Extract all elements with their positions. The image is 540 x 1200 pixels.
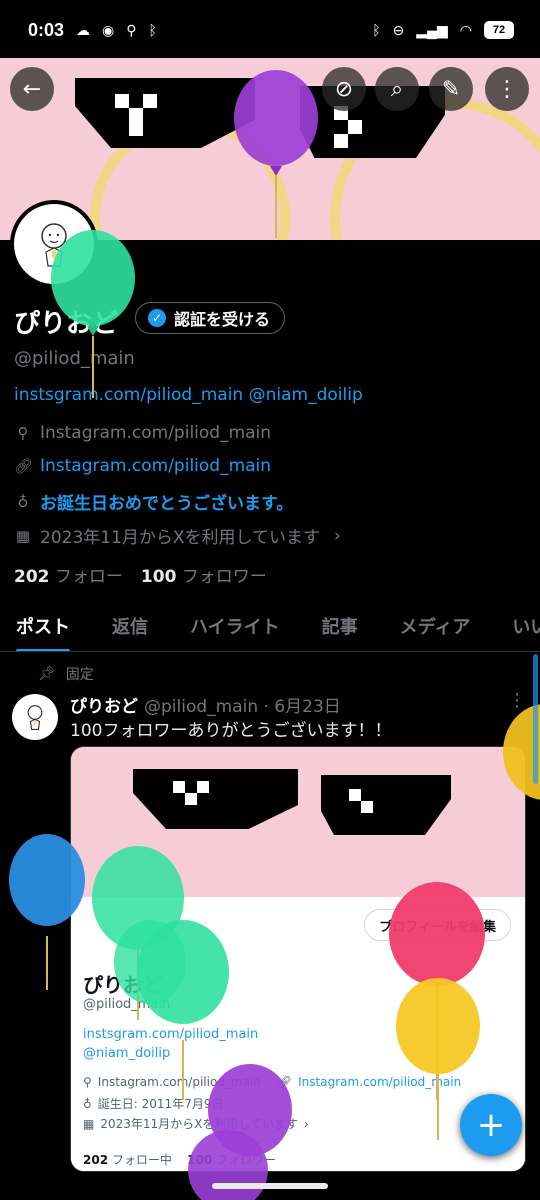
search-icon: ⌕ [390, 76, 404, 102]
followers-count: 100 [140, 567, 177, 587]
following-count: 202 [14, 567, 50, 587]
media-website: Instagram.com/piliod_main [298, 1075, 462, 1089]
media-banner [71, 747, 525, 897]
profile-website[interactable]: 🔗︎ Instagram.com/piliod_main [14, 456, 271, 476]
avatar-drawing [41, 223, 67, 267]
location-text: Instagram.com/piliod_main [40, 423, 272, 443]
profile-name: ぴりおど [14, 309, 119, 339]
post-more-icon[interactable]: ⋮ [508, 690, 526, 711]
chevron-right-icon: › [334, 525, 341, 546]
status-time: 0:03 [28, 19, 65, 40]
post-text: 100フォロワーありがとうございます！！ [70, 721, 392, 741]
media-birthday-row: ♁ 誕生日: 2011年7月9日 [83, 1095, 223, 1112]
profile-bio[interactable]: instsgram.com/piliod_main @niam_doilip [14, 385, 363, 405]
get-verified-label: 認証を受ける [174, 310, 271, 329]
media-joined: 2023年11月からXを利用しています [100, 1117, 299, 1131]
birthday-text[interactable]: お誕生日おめでとうございます。 [40, 489, 293, 514]
media-joined-row: ▦ 2023年11月からXを利用しています › [83, 1115, 309, 1132]
tab-media[interactable]: メディア [400, 613, 471, 639]
status-bar: 0:03 ☁ ◉ ⚲ ᛒ ᛒ ⊖ ▂▄▆ ◠ 72 [0, 0, 540, 60]
plus-icon: + [476, 1105, 506, 1145]
pencil-icon: ✎ [441, 76, 461, 102]
post-avatar[interactable] [12, 694, 58, 740]
media-profile-card: プロフィールを編集 ぴりおど @piliod_main instsgram.co… [71, 897, 525, 1171]
profile-location: ⚲ Instagram.com/piliod_main [14, 423, 272, 443]
pokeball-icon: ◉ [102, 21, 115, 38]
edit-off-icon: ⊘ [334, 76, 354, 102]
more-button[interactable]: ⋮ [485, 67, 529, 111]
media-link-icon: 🔗︎ [276, 1075, 293, 1089]
tab-highlights[interactable]: ハイライト [190, 613, 280, 639]
media-name: ぴりおど [83, 973, 163, 997]
media-sunglasses-right [321, 775, 451, 835]
compose-button[interactable]: ✎ [429, 67, 473, 111]
keyhole-icon: ⚲ [126, 21, 137, 38]
location-icon: ⚲ [17, 424, 29, 442]
post-handle-date: @piliod_main · 6月23日 [144, 697, 341, 717]
media-bio: instsgram.com/piliod_main @niam_doilip [83, 1025, 258, 1063]
media-calendar-icon: ▦ [83, 1116, 95, 1131]
gesture-nav-bar[interactable] [212, 1183, 328, 1189]
media-edit-profile-button: プロフィールを編集 [364, 909, 511, 941]
followers-link[interactable]: 100 フォロワー [141, 562, 267, 587]
wifi-icon: ◠ [459, 21, 472, 38]
follow-stats: 202 フォロー 100 フォロワー [14, 562, 267, 587]
bluetooth-icon: ᛒ [148, 22, 157, 38]
tab-likes[interactable]: いい [512, 613, 540, 639]
media-birthday: 誕生日: 2011年7月9日 [97, 1097, 224, 1111]
calendar-icon: ▦ [15, 526, 31, 545]
post-avatar-drawing [27, 705, 43, 731]
followers-label: フォロワー [181, 567, 267, 587]
media-followers-label: フォロワー [216, 1153, 277, 1167]
media-location-row: ⚲ Instagram.com/piliod_main 🔗︎ Instagram… [83, 1075, 461, 1089]
weather-icon: ☁ [76, 21, 91, 38]
following-link[interactable]: 202 フォロー [14, 562, 123, 587]
media-following-label: フォロー中 [111, 1153, 172, 1167]
media-followers-count: 100 [187, 1153, 213, 1167]
signal-icon: ▂▄▆ [416, 21, 448, 38]
website-link[interactable]: Instagram.com/piliod_main [40, 456, 271, 476]
media-location: Instagram.com/piliod_main [97, 1075, 261, 1089]
sunglasses-right [300, 86, 445, 158]
tab-replies[interactable]: 返信 [112, 613, 148, 639]
compose-fab[interactable]: + [460, 1094, 522, 1156]
profile-handle: @piliod_main [14, 348, 135, 369]
following-label: フォロー [54, 567, 123, 587]
pin-icon: 📌︎ [38, 666, 56, 682]
dnd-icon: ⊖ [392, 21, 405, 38]
profile-birthday[interactable]: ♁ お誕生日おめでとうございます。 [14, 489, 294, 515]
profile-tabs: ポスト 返信 ハイライト 記事 メディア いい [0, 600, 540, 652]
edit-off-button[interactable]: ⊘ [322, 67, 366, 111]
battery-icon: 72 [484, 21, 514, 39]
media-handle: @piliod_main [83, 997, 171, 1012]
profile-joined[interactable]: ▦ 2023年11月からXを利用しています › [14, 523, 341, 549]
scrollbar[interactable] [533, 654, 538, 784]
more-vertical-icon: ⋮ [496, 76, 518, 102]
back-arrow-icon: ← [22, 76, 42, 102]
media-following-count: 202 [83, 1153, 109, 1167]
link-icon: 🔗︎ [14, 457, 34, 475]
pinned-label: 固定 [65, 667, 94, 683]
tab-posts[interactable]: ポスト [16, 613, 70, 651]
post-media[interactable]: プロフィールを編集 ぴりおど @piliod_main instsgram.co… [70, 746, 526, 1172]
get-verified-button[interactable]: ✓ 認証を受ける [135, 302, 286, 334]
bluetooth-status-icon: ᛒ [372, 22, 381, 38]
media-bio-line2: @niam_doilip [83, 1046, 171, 1061]
media-chevron-icon: › [304, 1116, 309, 1131]
search-button[interactable]: ⌕ [375, 67, 419, 111]
verified-check-icon: ✓ [148, 309, 166, 327]
joined-text: 2023年11月からXを利用しています [40, 528, 321, 548]
pinned-indicator: 📌︎ 固定 [38, 664, 94, 684]
media-sunglasses-left [133, 769, 298, 829]
media-bio-line1: instsgram.com/piliod_main [83, 1027, 259, 1042]
profile-avatar[interactable] [10, 200, 98, 288]
tab-articles[interactable]: 記事 [322, 613, 358, 639]
back-button[interactable]: ← [10, 67, 54, 111]
post-header: ぴりおど @piliod_main · 6月23日 [70, 692, 341, 717]
media-follow-stats: 202 フォロー中 100 フォロワー [83, 1151, 276, 1168]
media-location-icon: ⚲ [83, 1075, 92, 1089]
media-balloon-icon: ♁ [83, 1096, 92, 1111]
post-author[interactable]: ぴりおど [70, 692, 138, 717]
balloon-icon: ♁ [17, 492, 29, 511]
